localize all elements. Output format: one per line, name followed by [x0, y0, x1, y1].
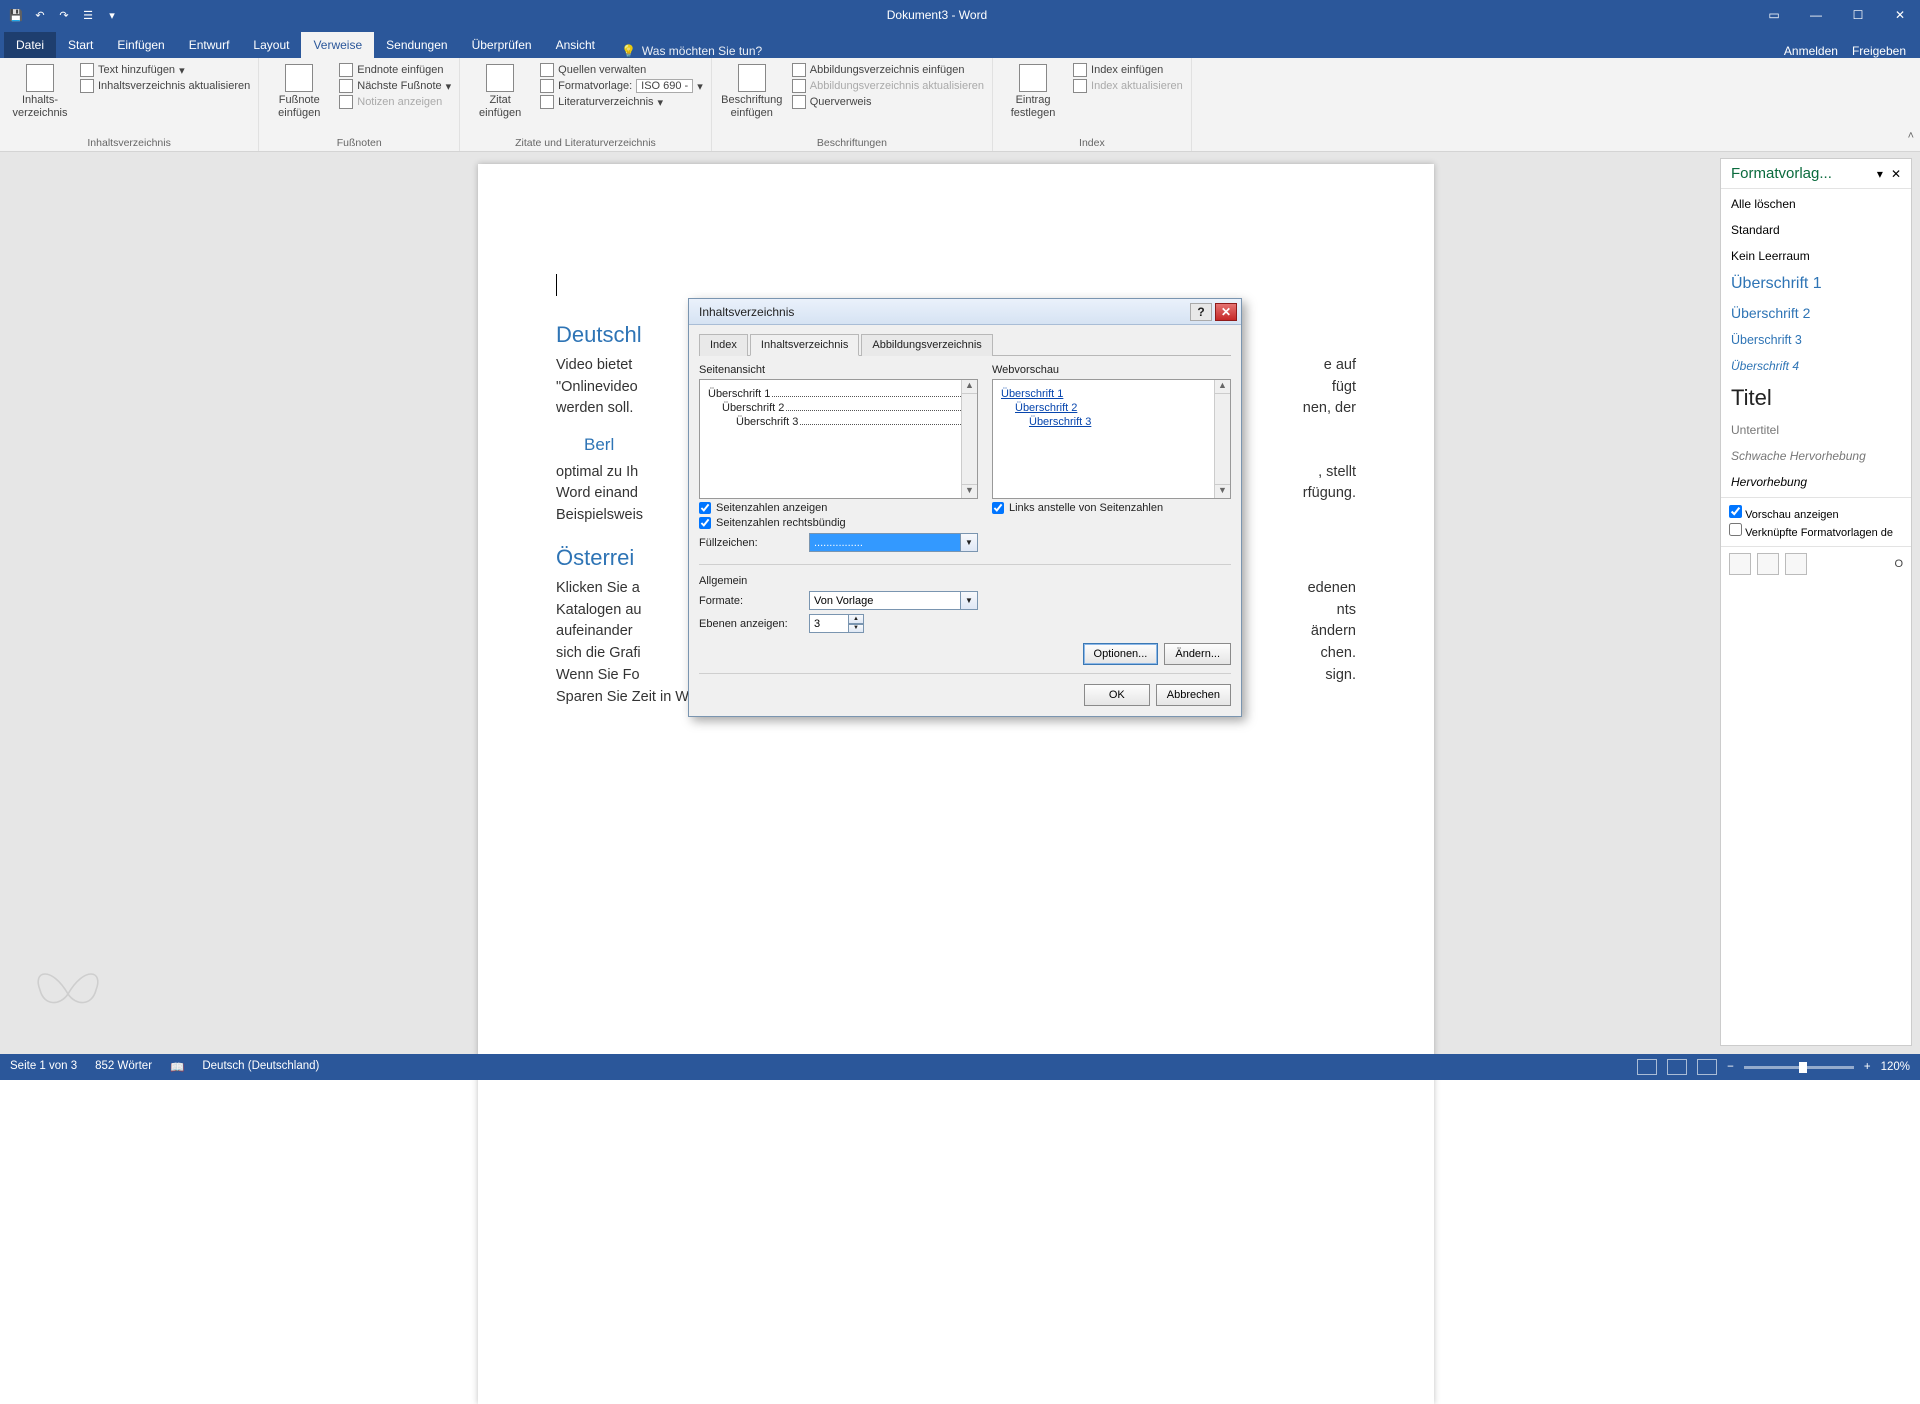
spinner-up-icon[interactable]: ▲ — [849, 614, 864, 624]
web-preview-box: Überschrift 1 Überschrift 2 Überschrift … — [992, 379, 1231, 499]
web-preview-label: Webvorschau — [992, 364, 1231, 376]
right-align-checkbox[interactable]: Seitenzahlen rechtsbündig — [699, 517, 978, 529]
chevron-down-icon[interactable]: ▼ — [961, 591, 978, 610]
toc-dialog: Inhaltsverzeichnis ? ✕ Index Inhaltsverz… — [688, 298, 1242, 717]
web-preview-link: Überschrift 2 — [1001, 402, 1222, 414]
tab-leader-label: Füllzeichen: — [699, 537, 801, 549]
print-preview-box: Überschrift 11 Überschrift 23 Überschrif… — [699, 379, 978, 499]
dialog-close-icon[interactable]: ✕ — [1215, 303, 1237, 321]
formats-combo[interactable]: ▼ — [809, 591, 978, 610]
dialog-titlebar[interactable]: Inhaltsverzeichnis ? ✕ — [689, 299, 1241, 325]
modify-button[interactable]: Ändern... — [1164, 643, 1231, 665]
zoom-slider[interactable] — [1744, 1066, 1854, 1069]
preview-scrollbar[interactable]: ▲▼ — [1214, 380, 1230, 498]
dialog-help-icon[interactable]: ? — [1190, 303, 1212, 321]
zoom-out-icon[interactable]: − — [1727, 1061, 1734, 1073]
ok-button[interactable]: OK — [1084, 684, 1150, 706]
status-spellcheck-icon[interactable]: 📖 — [170, 1060, 184, 1074]
show-levels-label: Ebenen anzeigen: — [699, 618, 801, 630]
status-bar: Seite 1 von 3 852 Wörter 📖 Deutsch (Deut… — [0, 1054, 1920, 1080]
show-levels-spinner[interactable]: ▲▼ — [809, 614, 864, 633]
dialog-backdrop: Inhaltsverzeichnis ? ✕ Index Inhaltsverz… — [0, 0, 1920, 1080]
scroll-up-icon[interactable]: ▲ — [962, 380, 977, 394]
preview-line: Überschrift 1 — [708, 388, 770, 400]
status-language[interactable]: Deutsch (Deutschland) — [202, 1060, 319, 1074]
show-page-numbers-checkbox[interactable]: Seitenzahlen anzeigen — [699, 502, 978, 514]
web-preview-link: Überschrift 3 — [1001, 416, 1222, 428]
scroll-up-icon[interactable]: ▲ — [1215, 380, 1230, 394]
tab-leader-combo[interactable]: ▼ — [809, 533, 978, 552]
zoom-in-icon[interactable]: + — [1864, 1061, 1871, 1073]
web-preview-link: Überschrift 1 — [1001, 388, 1222, 400]
scroll-down-icon[interactable]: ▼ — [1215, 484, 1230, 498]
dialog-tab-index[interactable]: Index — [699, 334, 748, 356]
spinner-down-icon[interactable]: ▼ — [849, 624, 864, 634]
read-mode-icon[interactable] — [1637, 1059, 1657, 1075]
print-layout-icon[interactable] — [1667, 1059, 1687, 1075]
status-page[interactable]: Seite 1 von 3 — [10, 1060, 77, 1074]
print-preview-label: Seitenansicht — [699, 364, 978, 376]
scroll-down-icon[interactable]: ▼ — [962, 484, 977, 498]
use-hyperlinks-checkbox[interactable]: Links anstelle von Seitenzahlen — [992, 502, 1231, 514]
options-button[interactable]: Optionen... — [1083, 643, 1159, 665]
preview-scrollbar[interactable]: ▲▼ — [961, 380, 977, 498]
chevron-down-icon[interactable]: ▼ — [961, 533, 978, 552]
web-layout-icon[interactable] — [1697, 1059, 1717, 1075]
status-word-count[interactable]: 852 Wörter — [95, 1060, 152, 1074]
preview-line: Überschrift 2 — [722, 402, 784, 414]
dialog-tab-toc[interactable]: Inhaltsverzeichnis — [750, 334, 859, 356]
cancel-button[interactable]: Abbrechen — [1156, 684, 1231, 706]
zoom-level[interactable]: 120% — [1881, 1061, 1910, 1073]
dialog-tab-tof[interactable]: Abbildungsverzeichnis — [861, 334, 992, 356]
formats-label: Formate: — [699, 595, 801, 607]
dialog-tabs: Index Inhaltsverzeichnis Abbildungsverze… — [699, 333, 1231, 356]
general-section-label: Allgemein — [699, 575, 1231, 587]
preview-line: Überschrift 3 — [736, 416, 798, 428]
dialog-title: Inhaltsverzeichnis — [699, 305, 794, 319]
